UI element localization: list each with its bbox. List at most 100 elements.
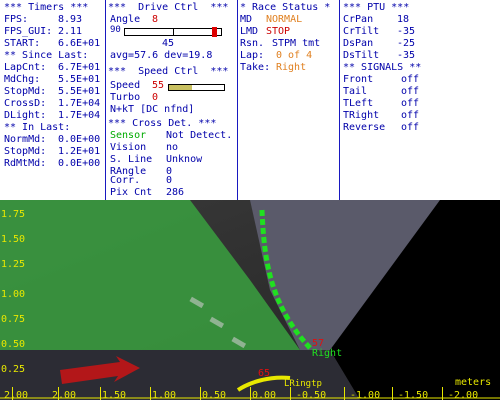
x-axis-label: 1.50 (102, 390, 127, 400)
lapcnt-label: LapCnt: (4, 62, 47, 73)
reverse-signal-value: off (401, 122, 420, 133)
crpan-value: 18 (397, 14, 410, 25)
speed-label: Speed (110, 80, 141, 91)
x-axis-tick (290, 387, 291, 400)
y-axis-label: 1.00 (1, 289, 26, 300)
normmd-label: NormMd: (4, 134, 47, 145)
angle-gauge-marker (212, 27, 217, 37)
angle-scale-mid: 45 (162, 38, 175, 49)
x-axis-label: -2.00 (448, 390, 479, 400)
stopmd-value: 5.5E+01 (58, 86, 101, 97)
cross-det-header: *** Cross Det. *** (108, 118, 217, 129)
tail-signal-value: off (401, 86, 420, 97)
crossd-label: CrossD: (4, 98, 47, 109)
race-status-panel: * Race Status * MD NORMAL LMD STOP Rsn. STP… (240, 0, 338, 200)
path-direction-label: Right (312, 348, 342, 359)
drive-ctrl-header: *** Drive Ctrl *** (108, 2, 229, 13)
speed-gauge (168, 84, 225, 91)
corr-label: Corr. (110, 175, 141, 186)
tright-signal-value: off (401, 110, 420, 121)
in-last-header: ** In Last: (4, 122, 71, 133)
mdchg-label: MdChg: (4, 74, 41, 85)
x-axis-tick (250, 387, 251, 400)
dlight-label: DLight: (4, 110, 47, 121)
robot-dashboard: *** Timers *** FPS: 8.93 FPS_GUI: 2.11 STA… (0, 0, 500, 400)
x-axis-label: -1.50 (398, 390, 429, 400)
angle-value: 8 (152, 14, 159, 25)
column-divider (237, 0, 238, 200)
fps-gui-label: FPS_GUI: (4, 26, 53, 37)
x-axis-tick (392, 387, 393, 400)
ptu-panel: *** PTU *** CrPan 18 CrTilt -35 DsPan -25 D… (343, 0, 500, 200)
turbo-label: Turbo (110, 92, 141, 103)
x-axis-label: -0.50 (296, 390, 327, 400)
normmd-value: 0.0E+00 (58, 134, 101, 145)
speed-ctrl-header: *** Speed Ctrl *** (108, 66, 229, 77)
dstilt-value: -35 (397, 50, 416, 61)
nkt-status: N+kT [DC nfnd] (110, 104, 195, 115)
since-last-header: ** Since Last: (4, 50, 89, 61)
angle-gauge-center (173, 29, 174, 35)
units-label: meters (455, 377, 492, 388)
camera-scene: 57 Right 65 LRingtp (0, 200, 500, 400)
y-axis-label: 0.25 (1, 364, 26, 375)
column-divider (105, 0, 106, 200)
status-panel: *** Timers *** FPS: 8.93 FPS_GUI: 2.11 STA… (0, 0, 500, 200)
dspan-value: -25 (397, 38, 416, 49)
sensor-label: Sensor (110, 130, 147, 141)
sensor-value: Not Detect. (166, 130, 233, 141)
angle-min-label: 90 (110, 25, 121, 35)
crtilt-label: CrTilt (343, 26, 380, 37)
dstilt-label: DsTilt (343, 50, 380, 61)
angle-gauge (124, 27, 222, 37)
lmd-label: LMD (240, 26, 259, 37)
tright-signal-label: TRight (343, 110, 380, 121)
x-axis-label: 2.00 (4, 390, 29, 400)
front-signal-label: Front (343, 74, 374, 85)
fps-label: FPS: (4, 14, 29, 25)
pixcnt-label: Pix Cnt (110, 187, 153, 198)
y-axis-label: 0.50 (1, 339, 26, 350)
x-axis-tick (344, 387, 345, 400)
lmd-value: STOP (266, 26, 291, 37)
x-axis-label: -1.00 (350, 390, 381, 400)
tleft-signal-label: TLeft (343, 98, 374, 109)
sline-value: Unknow (166, 154, 203, 165)
y-axis-label: 1.75 (1, 209, 26, 220)
crtilt-value: -35 (397, 26, 416, 37)
ptu-header: *** PTU *** (343, 2, 410, 13)
race-status-header: * Race Status * (240, 2, 331, 13)
y-axis-label: 1.50 (1, 234, 26, 245)
mdchg-value: 5.5E+01 (58, 74, 101, 85)
reverse-signal-label: Reverse (343, 122, 386, 133)
turbo-value: 0 (152, 92, 159, 103)
control-panel: *** Drive Ctrl *** Angle 8 90 45 avg=57.6… (108, 0, 236, 200)
lap-value: 0 of 4 (276, 50, 313, 61)
speed-gauge-fill (169, 85, 192, 90)
column-divider (339, 0, 340, 200)
md-value: NORMAL (266, 14, 303, 25)
fps-gui-value: 2.11 (58, 26, 83, 37)
crossd-value: 1.7E+04 (58, 98, 101, 109)
md-label: MD (240, 14, 253, 25)
stopmd-label: StopMd: (4, 86, 47, 97)
y-axis-label: 1.25 (1, 259, 26, 270)
x-axis-label: 0.50 (202, 390, 227, 400)
x-axis-label: 0.00 (252, 390, 277, 400)
y-axis-label: 0.75 (1, 314, 26, 325)
tleft-signal-value: off (401, 98, 420, 109)
stopmd-in-last-value: 1.2E+01 (58, 146, 101, 157)
stopmd-in-last-label: StopMd: (4, 146, 47, 157)
vision-value: no (166, 142, 179, 153)
x-axis-label: 2.00 (52, 390, 77, 400)
x-axis-label: 1.00 (152, 390, 177, 400)
corr-value: 0 (166, 175, 173, 186)
signals-header: ** SIGNALS ** (343, 62, 422, 73)
lapcnt-value: 6.7E+01 (58, 62, 101, 73)
start-value: 6.6E+01 (58, 38, 101, 49)
take-value: Right (276, 62, 307, 73)
speed-value: 55 (152, 80, 165, 91)
avg-dev-readout: avg=57.6 dev=19.8 (110, 50, 213, 61)
tail-signal-label: Tail (343, 86, 368, 97)
x-axis-tick (442, 387, 443, 400)
